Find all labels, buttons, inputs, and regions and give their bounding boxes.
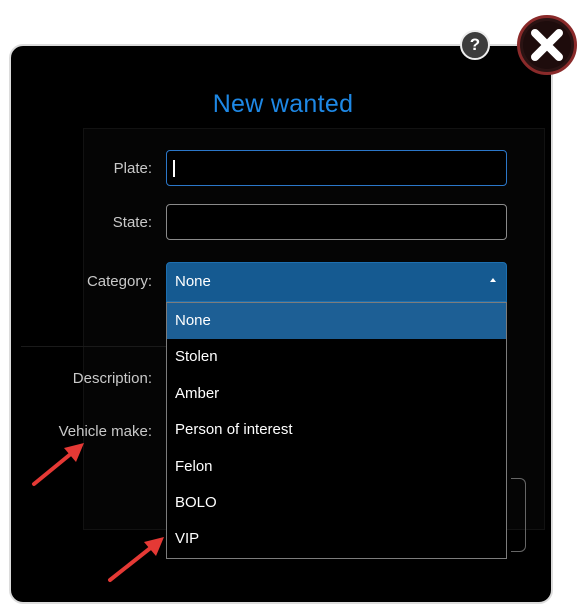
description-label: Description: [72, 370, 152, 387]
category-select[interactable]: None [166, 262, 507, 302]
dialog-title: New wanted [212, 90, 354, 118]
category-label: Category: [86, 273, 152, 290]
category-option-none[interactable]: None [167, 303, 506, 340]
category-option-felon[interactable]: Felon [167, 449, 506, 485]
annotation-arrow-vip [108, 537, 164, 582]
plate-input[interactable] [166, 150, 507, 186]
category-option-amber[interactable]: Amber [167, 376, 506, 412]
help-button[interactable]: ? [460, 30, 490, 60]
text-caret [173, 160, 175, 177]
partially-hidden-button[interactable] [511, 478, 526, 552]
plate-label: Plate: [113, 160, 152, 177]
category-option-person-of-interest[interactable]: Person of interest [167, 412, 506, 448]
dropdown-arrow-icon [490, 278, 496, 282]
close-button[interactable] [517, 15, 577, 75]
background-divider [21, 346, 171, 347]
new-wanted-dialog: New wanted Plate: State: Category: None … [9, 44, 553, 604]
annotation-arrow-vehicle-make [32, 443, 84, 486]
category-option-stolen[interactable]: Stolen [167, 339, 506, 375]
help-icon: ? [469, 35, 481, 54]
state-input[interactable] [166, 204, 507, 240]
category-selected-value: None [175, 273, 211, 290]
category-option-vip[interactable]: VIP [167, 521, 506, 557]
close-icon [523, 21, 571, 69]
category-options-list: None Stolen Amber Person of interest Fel… [166, 302, 507, 559]
category-option-bolo[interactable]: BOLO [167, 485, 506, 521]
vehicle-make-label: Vehicle make: [58, 423, 152, 440]
state-label: State: [112, 214, 152, 231]
